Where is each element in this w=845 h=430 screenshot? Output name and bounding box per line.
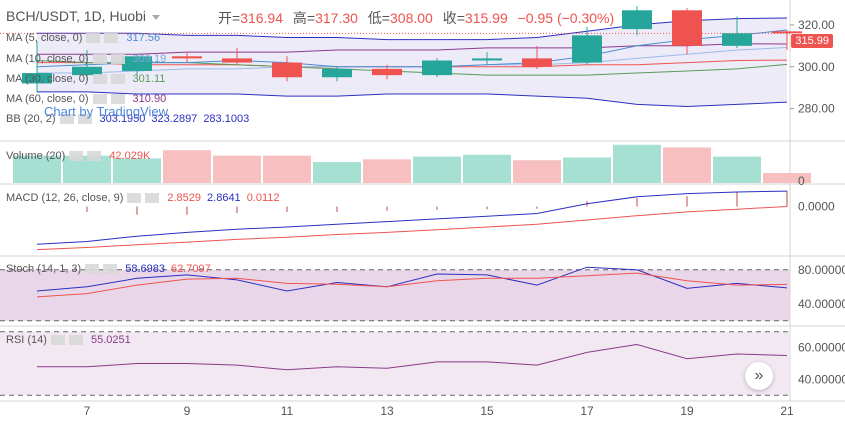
chevron-down-icon[interactable] (151, 14, 160, 20)
price-axis-label: 300.00 (798, 60, 835, 74)
low-label: 低= (367, 10, 390, 26)
ma30-value: 301.11 (132, 73, 166, 85)
volume-bar (363, 159, 411, 183)
time-axis-label: 9 (184, 404, 191, 418)
candle-body (322, 68, 352, 78)
price-axis-label: 320.00 (798, 18, 835, 32)
settings-icon[interactable] (92, 74, 129, 85)
rsi-value: 55.0251 (90, 334, 131, 346)
stoch-band-fill (0, 269, 790, 321)
stoch-legend[interactable]: Stoch (14, 1, 3) 58.6983 62.7097 (6, 263, 211, 275)
ma10-legend[interactable]: MA (10, close, 0) 309.19 (6, 53, 166, 65)
candle-body (672, 10, 702, 46)
macd-legend[interactable]: MACD (12, 26, close, 9) 2.8529 2.8641 0.011… (6, 192, 280, 204)
high-label: 高= (292, 10, 316, 26)
settings-icon[interactable] (86, 33, 123, 44)
volume-bar (613, 144, 661, 183)
macd-line-value: 2.8641 (207, 192, 241, 204)
candle-body (472, 58, 502, 61)
candle-body (172, 56, 202, 59)
settings-icon[interactable] (92, 94, 129, 105)
volume-bar (163, 150, 211, 183)
settings-icon[interactable] (50, 335, 87, 346)
low-value: 308.00 (390, 10, 433, 26)
time-axis-label: 13 (380, 404, 394, 418)
macd-hist-value: 2.8529 (167, 192, 202, 204)
last-price-tag: 315.99 (791, 34, 833, 48)
symbol-title-text: BCH/USDT, 1D, Huobi (6, 8, 147, 24)
macd-axis-label: 0.0000 (798, 200, 835, 214)
double-chevron-right-icon: » (754, 367, 764, 384)
time-axis-label: 7 (84, 404, 91, 418)
volume-bar (663, 147, 711, 183)
volume-bar (463, 154, 511, 183)
settings-icon[interactable] (69, 151, 106, 162)
volume-axis-label: 0 (798, 174, 805, 188)
volume-bar (563, 157, 611, 183)
candle-body (572, 35, 602, 63)
volume-legend[interactable]: Volume (20) 42.029K (6, 150, 150, 162)
close-label: 收= (442, 10, 465, 26)
candle-body (522, 58, 552, 67)
settings-icon[interactable] (127, 193, 164, 204)
tradingview-watermark[interactable]: Chart by TradingView (44, 104, 168, 119)
volume-label: Volume (20) (6, 150, 66, 162)
change-value: −0.95 (−0.30%) (517, 10, 615, 26)
ma10-value: 309.19 (132, 53, 167, 65)
volume-value: 42.029K (109, 150, 151, 162)
open-value: 316.94 (240, 10, 284, 26)
settings-icon[interactable] (85, 264, 122, 275)
time-axis-label: 11 (281, 404, 294, 418)
close-value: 315.99 (464, 10, 508, 26)
ma30-legend[interactable]: MA (30, close, 0) 301.11 (6, 73, 165, 85)
candle-body (222, 58, 252, 63)
volume-bar (413, 156, 461, 183)
stoch-k-value: 58.6983 (125, 263, 165, 275)
stoch-d-value: 62.7097 (170, 263, 211, 275)
volume-bar (213, 155, 261, 183)
stoch-label: Stoch (14, 1, 3) (6, 263, 82, 275)
candle-body (272, 62, 302, 78)
macd-signal-value: 0.0112 (246, 192, 280, 204)
candle-body (372, 68, 402, 76)
ma5-label: MA (5, close, 0) (6, 32, 83, 44)
scroll-to-realtime-button[interactable]: » (745, 362, 773, 390)
time-axis-label: 19 (680, 404, 694, 418)
macd-label: MACD (12, 26, close, 9) (6, 192, 124, 204)
time-axis-label: 15 (480, 404, 494, 418)
rsi-legend[interactable]: RSI (14) 55.0251 (6, 334, 131, 346)
volume-bar (313, 162, 361, 183)
open-label: 开= (218, 10, 241, 26)
volume-bar (513, 160, 561, 183)
bb-lower-value: 283.1003 (203, 113, 250, 125)
rsi-label: RSI (14) (6, 334, 47, 346)
ma10-label: MA (10, close, 0) (6, 53, 89, 65)
stoch-axis-label: 40.00000 (798, 297, 845, 311)
ohlc-readout: 开=316.94 高=317.30 低=308.00 收=315.99 −0.9… (218, 8, 620, 28)
stoch-axis-label: 80.00000 (798, 263, 845, 277)
time-axis-label: 21 (780, 404, 794, 418)
candle-body (422, 60, 452, 76)
candle-body (622, 10, 652, 30)
symbol-title[interactable]: BCH/USDT, 1D, Huobi (6, 8, 162, 24)
rsi-axis-label: 60.00000 (798, 341, 845, 355)
ma5-legend[interactable]: MA (5, close, 0) 317.56 (6, 32, 160, 44)
volume-bar (113, 158, 161, 183)
volume-bar (263, 155, 311, 183)
ma30-label: MA (30, close, 0) (6, 73, 89, 85)
settings-icon[interactable] (92, 54, 129, 65)
high-value: 317.30 (315, 10, 358, 26)
ma5-value: 317.56 (126, 32, 161, 44)
candle-body (722, 33, 752, 46)
time-axis-label: 17 (580, 404, 594, 418)
price-axis-label: 280.00 (798, 102, 835, 116)
volume-bar (713, 156, 761, 183)
rsi-axis-label: 40.00000 (798, 372, 845, 386)
